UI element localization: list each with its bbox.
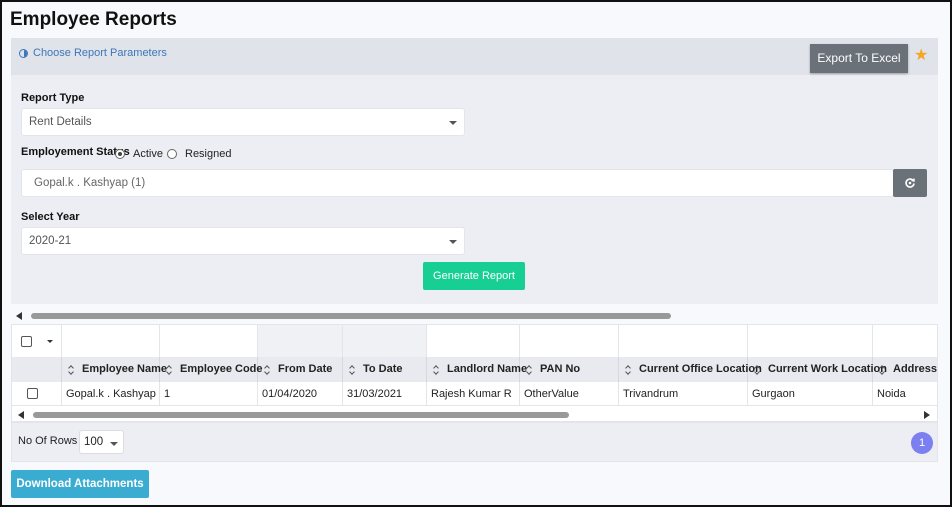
header-label: Employee Code [180,363,263,375]
filter-address[interactable] [873,325,937,357]
header-to-date[interactable]: To Date [343,357,427,382]
sort-icon [625,365,631,374]
header-from-date[interactable]: From Date [258,357,343,382]
cell-employee-name: Gopal.k . Kashyap [62,382,160,406]
sort-icon [68,365,74,374]
header-employee-name[interactable]: Employee Name [62,357,167,382]
scroll-left-arrow-top[interactable] [16,312,22,320]
report-type-value: Rent Details [29,116,92,128]
header-label: Employee Name [82,363,167,375]
cell-from-date: 01/04/2020 [258,382,343,406]
choose-parameters-toggle[interactable]: Choose Report Parameters [19,47,167,59]
filter-from-date[interactable] [258,325,343,357]
header-label: Current Work Location [768,363,887,375]
header-label: PAN No [540,363,581,375]
cell-landlord-name: Rajesh Kumar R [427,382,520,406]
header-label: Current Office Location [639,363,762,375]
sort-icon [754,365,760,374]
filter-pan-no[interactable] [520,325,619,357]
star-icon[interactable]: ★ [914,48,928,64]
grid-footer: No Of Rows : 100 1 [11,422,938,462]
table-row[interactable]: Gopal.k . Kashyap 1 01/04/2020 31/03/202… [12,382,937,406]
filter-work-location[interactable] [748,325,873,357]
header-office-location[interactable]: Current Office Location [619,357,762,382]
report-type-select[interactable]: Rent Details [21,108,465,136]
header-landlord-name[interactable]: Landlord Name [427,357,527,382]
top-horizontal-scrollbar[interactable] [31,313,671,319]
grid-header-row: Employee Name Employee Code From Date To… [12,357,938,382]
header-label: Landlord Name [447,363,528,375]
rows-per-page-label: No Of Rows : [18,435,84,447]
report-grid: Employee Name Employee Code From Date To… [11,324,938,422]
select-year-value: 2020-21 [29,235,72,247]
chevron-down-icon [110,442,118,446]
refresh-icon [905,178,915,188]
choose-parameters-label: Choose Report Parameters [33,47,167,59]
cell-work-location: Gurgaon [748,382,873,406]
app-frame: Employee Reports Choose Report Parameter… [0,0,952,507]
header-work-location[interactable]: Current Work Location [748,357,887,382]
grid-horizontal-scrollbar[interactable] [33,412,569,418]
radio-active-label: Active [133,148,163,160]
sort-icon [166,365,172,374]
filter-employee-name[interactable] [62,325,160,357]
page-title: Employee Reports [10,9,177,30]
header-label: To Date [363,363,403,375]
download-attachments-button[interactable]: Download Attachments [11,470,149,498]
filter-landlord-name[interactable] [427,325,520,357]
radio-resigned-label: Resigned [185,148,232,160]
header-label: Address [893,363,938,375]
sort-icon [349,365,355,374]
filter-to-date[interactable] [343,325,427,357]
header-address[interactable]: Address [873,357,938,382]
chevron-down-icon[interactable] [47,340,53,343]
header-select [12,357,62,382]
cell-pan-no: OtherValue [520,382,619,406]
select-all-checkbox[interactable] [21,336,32,347]
sort-icon [526,365,532,374]
row-checkbox[interactable] [27,388,38,399]
cell-address: Noida [877,388,906,400]
select-year-select[interactable]: 2020-21 [21,227,465,255]
employment-status-label: Employement Status [21,146,130,158]
scroll-left-arrow[interactable] [18,411,24,419]
radio-active[interactable] [115,149,125,159]
header-employee-code[interactable]: Employee Code [160,357,263,382]
half-circle-icon [19,48,28,58]
header-pan-no[interactable]: PAN No [520,357,619,382]
cell-employee-code: 1 [160,382,258,406]
sort-icon [264,365,270,374]
sort-icon [433,365,439,374]
scroll-right-arrow[interactable] [924,411,930,419]
chevron-down-icon [449,121,457,125]
rows-per-page-value: 100 [84,436,104,448]
row-select-cell [12,382,62,406]
report-parameters-panel: Choose Report Parameters Export To Excel… [11,38,938,304]
rows-per-page-select[interactable]: 100 [79,430,124,454]
header-label: From Date [278,363,333,375]
select-year-label: Select Year [21,211,80,223]
parameters-header: Choose Report Parameters Export To Excel… [11,39,938,75]
page-number-button[interactable]: 1 [911,432,933,454]
report-type-label: Report Type [21,92,85,104]
employee-selector-input[interactable]: Gopal.k . Kashyap (1) [21,169,894,197]
chevron-down-icon [449,240,457,244]
filter-office-location[interactable] [619,325,748,357]
filter-employee-code[interactable] [160,325,258,357]
cell-to-date: 31/03/2021 [343,382,427,406]
select-all-cell [12,325,62,357]
refresh-employee-button[interactable] [893,169,927,197]
generate-report-button[interactable]: Generate Report [423,262,525,290]
export-to-excel-button[interactable]: Export To Excel [810,44,908,73]
grid-filter-row [12,325,937,357]
sort-icon [879,365,885,374]
cell-office-location: Trivandrum [619,382,748,406]
radio-resigned[interactable] [167,149,177,159]
